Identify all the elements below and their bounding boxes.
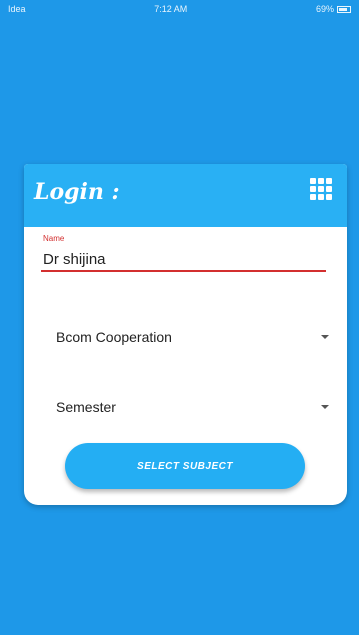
- login-card: Login : Name Bcom Cooperation Semester S…: [24, 164, 347, 505]
- name-field-label: Name: [43, 234, 65, 243]
- battery-percent: 69%: [315, 4, 334, 14]
- dropdown-arrow-icon: [321, 335, 329, 339]
- select-subject-button[interactable]: SELECT SUBJECT: [65, 443, 305, 489]
- login-title: Login :: [34, 179, 120, 205]
- grid-icon[interactable]: [310, 178, 334, 202]
- semester-select-value: Semester: [56, 399, 116, 415]
- card-header: Login :: [24, 164, 347, 227]
- status-bar: Idea 7:12 AM 69%: [0, 0, 359, 18]
- name-input[interactable]: [41, 250, 326, 272]
- semester-select[interactable]: Semester: [52, 396, 329, 420]
- status-right: 69%: [316, 4, 351, 14]
- battery-icon: [336, 5, 351, 13]
- course-select-value: Bcom Cooperation: [56, 329, 172, 345]
- dropdown-arrow-icon: [321, 405, 329, 409]
- course-select[interactable]: Bcom Cooperation: [52, 326, 329, 350]
- status-time: 7:12 AM: [154, 4, 188, 14]
- app-screen: Idea 7:12 AM 69% Login : Name Bcom Coope…: [0, 0, 359, 635]
- carrier-label: Idea: [8, 4, 26, 14]
